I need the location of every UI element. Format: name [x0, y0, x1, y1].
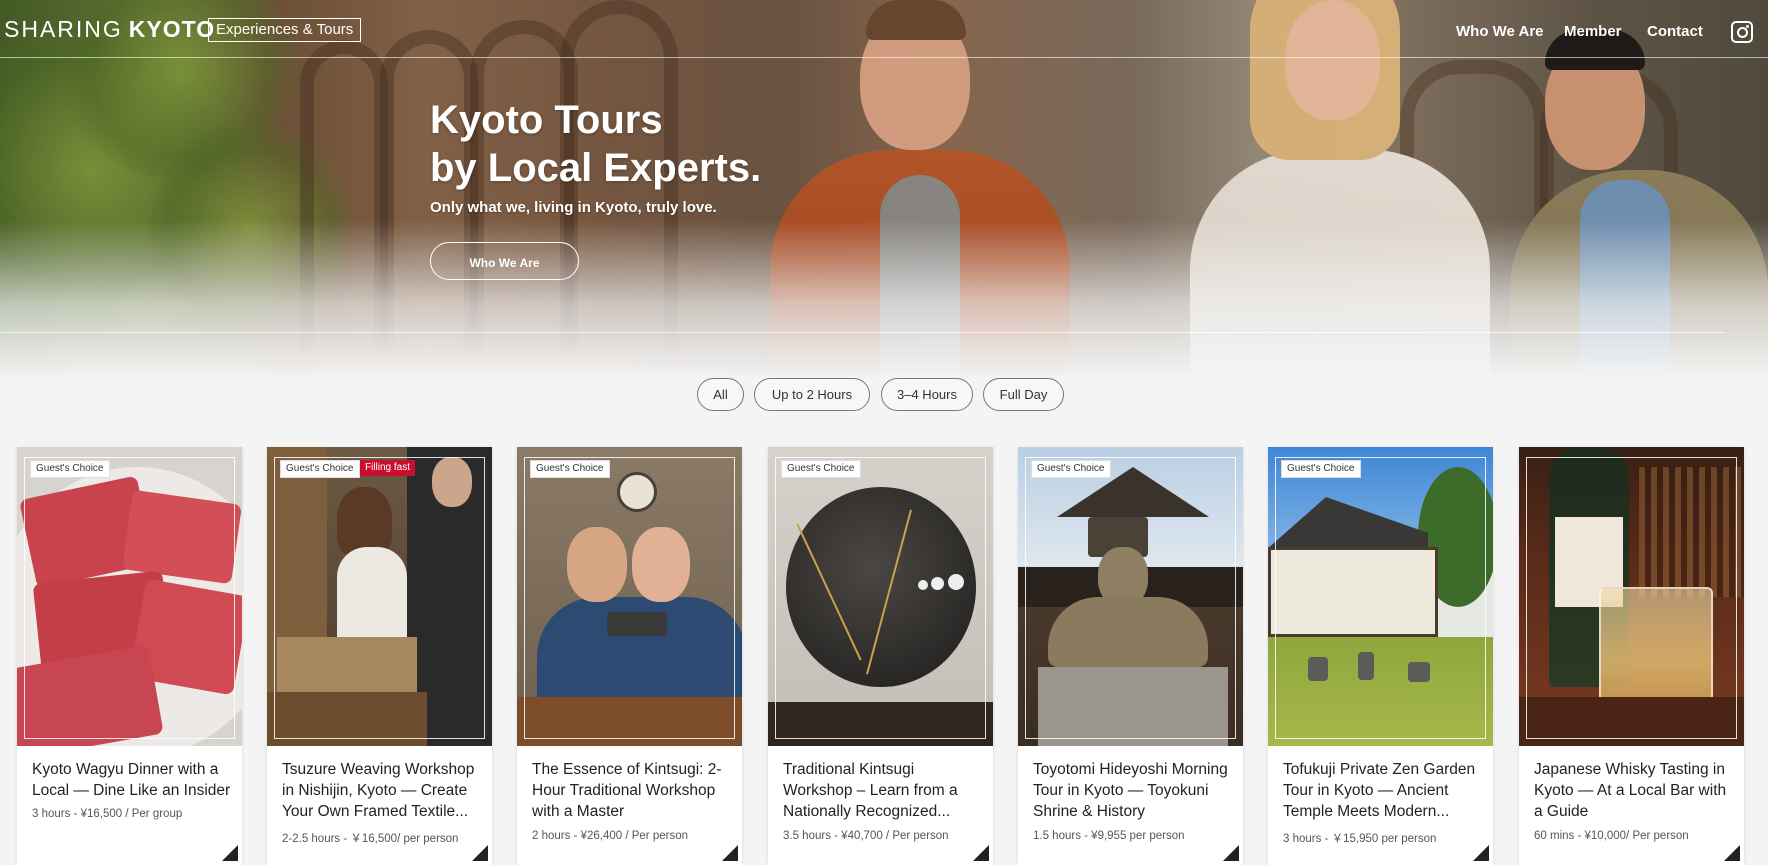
tour-card[interactable]: Guest's Choice Traditional Kintsugi Work… [768, 447, 993, 865]
filter-all[interactable]: All [697, 378, 744, 411]
filter-up-to-2-hours[interactable]: Up to 2 Hours [754, 378, 870, 411]
tour-meta: 1.5 hours - ¥9,955 per person [1033, 830, 1185, 842]
tour-image-wagyu[interactable] [17, 447, 242, 746]
logo-text-kyoto: KYOTO [128, 16, 216, 42]
tour-title[interactable]: Toyotomi Hideyoshi Morning Tour in Kyoto… [1033, 759, 1233, 822]
nav-member[interactable]: Member [1564, 23, 1622, 40]
corner-arrow-icon [222, 845, 238, 861]
tour-title[interactable]: Tofukuji Private Zen Garden Tour in Kyot… [1283, 759, 1483, 822]
badge-guests-choice: Guest's Choice [530, 460, 610, 478]
header-divider [0, 57, 1768, 58]
tour-meta: 3 hours - ￥15,950 per person [1283, 833, 1437, 845]
hero-title: Kyoto Tours by Local Experts. [430, 96, 761, 192]
tour-title[interactable]: Traditional Kintsugi Workshop – Learn fr… [783, 759, 983, 822]
nav-who-we-are[interactable]: Who We Are [1456, 23, 1544, 40]
instagram-icon[interactable] [1731, 21, 1753, 43]
badge-filling-fast: Filling fast [360, 460, 416, 476]
tour-image-tofukuji[interactable] [1268, 447, 1493, 746]
badge-guests-choice: Guest's Choice [781, 460, 861, 478]
nav-contact[interactable]: Contact [1647, 23, 1703, 40]
tour-image-toyotomi[interactable] [1018, 447, 1243, 746]
hero-subtitle: Only what we, living in Kyoto, truly lov… [430, 199, 717, 216]
tour-image-kintsugi-plate[interactable] [768, 447, 993, 746]
tour-image-weaving[interactable] [267, 447, 492, 746]
site-logo[interactable]: SHARING KYOTO [4, 16, 215, 43]
hero-divider [0, 332, 1725, 333]
tour-image-kintsugi-master[interactable] [517, 447, 742, 746]
tour-meta: 2 hours - ¥26,400 / Per person [532, 830, 688, 842]
tour-card[interactable]: Guest's Choice Tofukuji Private Zen Gard… [1268, 447, 1493, 865]
tour-card[interactable]: Guest's Choice The Essence of Kintsugi: … [517, 447, 742, 865]
badge-guests-choice: Guest's Choice [1031, 460, 1111, 478]
badge-guests-choice: Guest's Choice [280, 460, 360, 478]
hero-title-line-2: by Local Experts. [430, 146, 762, 190]
tour-title[interactable]: Kyoto Wagyu Dinner with a Local — Dine L… [32, 759, 232, 801]
corner-arrow-icon [722, 845, 738, 861]
tour-card[interactable]: Guest's Choice Filling fast Tsuzure Weav… [267, 447, 492, 865]
corner-arrow-icon [1223, 845, 1239, 861]
tour-title[interactable]: Tsuzure Weaving Workshop in Nishijin, Ky… [282, 759, 482, 822]
hero-who-we-are-button[interactable]: Who We Are [430, 242, 579, 280]
corner-arrow-icon [472, 845, 488, 861]
corner-arrow-icon [973, 845, 989, 861]
tour-card[interactable]: Guest's Choice Toyotomi Hideyoshi Mornin… [1018, 447, 1243, 865]
tour-card[interactable]: Japanese Whisky Tasting in Kyoto — At a … [1519, 447, 1744, 865]
badge-guests-choice: Guest's Choice [30, 460, 110, 478]
logo-tagline[interactable]: Experiences & Tours [208, 18, 362, 42]
tour-meta: 3.5 hours - ¥40,700 / Per person [783, 830, 949, 842]
tour-card[interactable]: Guest's Choice Kyoto Wagyu Dinner with a… [17, 447, 242, 865]
tour-title[interactable]: Japanese Whisky Tasting in Kyoto — At a … [1534, 759, 1734, 822]
tour-meta: 3 hours - ¥16,500 / Per group [32, 808, 183, 820]
tour-meta: 2-2.5 hours - ￥16,500/ per person [282, 833, 459, 845]
hero-title-line-1: Kyoto Tours [430, 98, 663, 142]
corner-arrow-icon [1724, 845, 1740, 861]
tour-image-whisky[interactable] [1519, 447, 1744, 746]
tour-title[interactable]: The Essence of Kintsugi: 2-Hour Traditio… [532, 759, 732, 822]
corner-arrow-icon [1473, 845, 1489, 861]
tour-meta: 60 mins - ¥10,000/ Per person [1534, 830, 1689, 842]
logo-text-sharing: SHARING [4, 16, 123, 42]
filter-3-4-hours[interactable]: 3–4 Hours [881, 378, 973, 411]
badge-guests-choice: Guest's Choice [1281, 460, 1361, 478]
filter-full-day[interactable]: Full Day [983, 378, 1064, 411]
